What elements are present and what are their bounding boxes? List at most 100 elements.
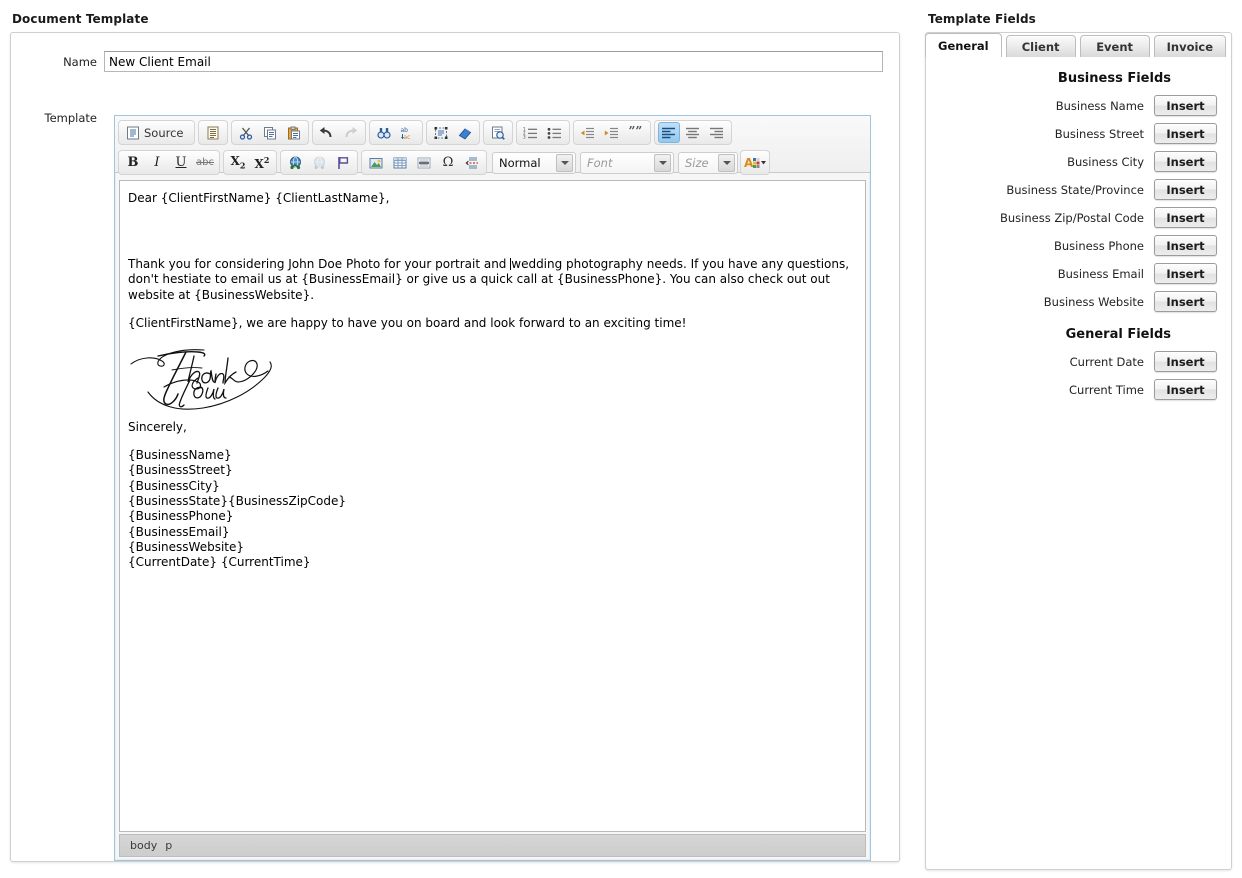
editor-content-area[interactable]: Dear {ClientFirstName} {ClientLastName},…: [119, 180, 866, 832]
svg-text:ac: ac: [404, 134, 411, 140]
toolbar-group-links: [280, 150, 358, 175]
strikethrough-icon: abc: [196, 157, 214, 168]
subscript-button[interactable]: X2: [227, 152, 249, 173]
undo-button[interactable]: [316, 122, 338, 143]
omega-icon: Ω: [442, 155, 454, 170]
font-size-value: Size: [685, 155, 709, 170]
field-row-current-date: Current Date Insert: [934, 351, 1217, 372]
toolbar-group-spellcheck: [482, 120, 513, 145]
image-icon: [369, 156, 383, 170]
templates-button[interactable]: [202, 122, 224, 143]
sincerely-paragraph: Sincerely,: [128, 419, 187, 434]
insert-business-name-button[interactable]: Insert: [1154, 95, 1217, 116]
align-right-button[interactable]: [706, 122, 728, 143]
bulleted-list-button[interactable]: [544, 122, 566, 143]
insert-current-date-button[interactable]: Insert: [1154, 351, 1217, 372]
select-all-button[interactable]: [430, 122, 452, 143]
signature-line: {CurrentDate} {CurrentTime}: [128, 555, 311, 570]
field-row-business-city: Business City Insert: [934, 151, 1217, 172]
rich-text-editor[interactable]: Source ab ac 1 2 3 ”” B I U abc X2 X2 Ω …: [114, 115, 871, 861]
numbered-list-button[interactable]: 1 2 3: [520, 122, 542, 143]
source-button-label: Source: [144, 125, 184, 140]
tab-general[interactable]: General: [925, 33, 1002, 57]
underline-button[interactable]: U: [170, 152, 192, 173]
field-label: Business Phone: [1054, 238, 1144, 253]
insert-business-street-button[interactable]: Insert: [1154, 123, 1217, 144]
insert-business-state-button[interactable]: Insert: [1154, 179, 1217, 200]
insert-business-city-button[interactable]: Insert: [1154, 151, 1217, 172]
superscript-icon: X2: [254, 154, 270, 171]
copy-icon: [263, 126, 277, 140]
table-button[interactable]: [389, 152, 411, 173]
insert-business-zip-button[interactable]: Insert: [1154, 207, 1217, 228]
toolbar-row-1: Source ab ac 1 2 3 ””: [118, 119, 868, 146]
paste-icon: [287, 126, 301, 140]
remove-format-button[interactable]: [454, 122, 476, 143]
element-path-item[interactable]: p: [165, 839, 172, 852]
toolbar-group-selection: [425, 120, 480, 145]
image-button[interactable]: [365, 152, 387, 173]
thank-you-image[interactable]: [128, 344, 280, 410]
svg-text:ab: ab: [401, 127, 409, 134]
field-label: Business Website: [1043, 294, 1144, 309]
anchor-button[interactable]: [332, 152, 354, 173]
insert-business-website-button[interactable]: Insert: [1154, 291, 1217, 312]
outdent-icon: [580, 126, 595, 140]
toolbar-group-find: ab ac: [368, 120, 423, 145]
find-button[interactable]: [373, 122, 395, 143]
svg-text:3: 3: [523, 134, 526, 139]
copy-button[interactable]: [259, 122, 281, 143]
strikethrough-button[interactable]: abc: [194, 152, 216, 173]
spellcheck-button[interactable]: [487, 122, 509, 143]
field-label: Current Time: [1069, 382, 1144, 397]
cut-icon: [239, 126, 253, 140]
toolbar-group-insert: Ω: [361, 150, 487, 175]
template-fields-title: Template Fields: [928, 12, 1036, 26]
text-color-button[interactable]: A: [744, 152, 766, 173]
underline-icon: U: [175, 155, 187, 170]
table-icon: [393, 156, 407, 170]
tab-client[interactable]: Client: [1005, 35, 1076, 57]
align-center-button[interactable]: [682, 122, 704, 143]
replace-button[interactable]: ab ac: [397, 122, 419, 143]
tab-invoice[interactable]: Invoice: [1153, 35, 1227, 57]
signature-line: {BusinessPhone}: [128, 509, 234, 524]
horizontal-rule-button[interactable]: [413, 152, 435, 173]
superscript-button[interactable]: X2: [251, 152, 273, 173]
blockquote-button[interactable]: ””: [625, 122, 647, 143]
template-fields-box: Business Fields Business Name Insert Bus…: [925, 32, 1232, 870]
page-break-button[interactable]: [461, 152, 483, 173]
source-button[interactable]: Source: [122, 122, 191, 143]
template-fields-panel: Template Fields Business Fields Business…: [920, 0, 1242, 878]
insert-business-email-button[interactable]: Insert: [1154, 263, 1217, 284]
cut-button[interactable]: [235, 122, 257, 143]
paragraph-format-select[interactable]: Normal: [492, 151, 576, 174]
link-button[interactable]: [284, 152, 306, 173]
bold-button[interactable]: B: [122, 152, 144, 173]
source-icon: [126, 126, 140, 140]
paste-button[interactable]: [283, 122, 305, 143]
eraser-icon: [458, 126, 472, 140]
italic-button[interactable]: I: [146, 152, 168, 173]
bulleted-list-icon: [547, 126, 562, 140]
toolbar-group-history: [311, 120, 366, 145]
insert-business-phone-button[interactable]: Insert: [1154, 235, 1217, 256]
unlink-button[interactable]: [308, 152, 330, 173]
indent-button[interactable]: [601, 122, 623, 143]
redo-button[interactable]: [340, 122, 362, 143]
blank-paragraph: [128, 219, 857, 235]
toolbar-group-colors: A: [740, 150, 770, 175]
name-input[interactable]: [104, 51, 883, 72]
tab-event[interactable]: Event: [1079, 35, 1150, 57]
align-left-button[interactable]: [657, 122, 680, 143]
outdent-button[interactable]: [577, 122, 599, 143]
insert-current-time-button[interactable]: Insert: [1154, 379, 1217, 400]
toolbar-group-align: [653, 120, 732, 145]
element-path-item[interactable]: body: [130, 839, 157, 852]
toolbar-group-document: Source: [118, 120, 195, 145]
special-char-button[interactable]: Ω: [437, 152, 459, 173]
chevron-down-icon: [718, 153, 735, 172]
font-size-select[interactable]: Size: [678, 151, 738, 174]
font-family-select[interactable]: Font: [580, 151, 674, 174]
indent-icon: [604, 126, 619, 140]
